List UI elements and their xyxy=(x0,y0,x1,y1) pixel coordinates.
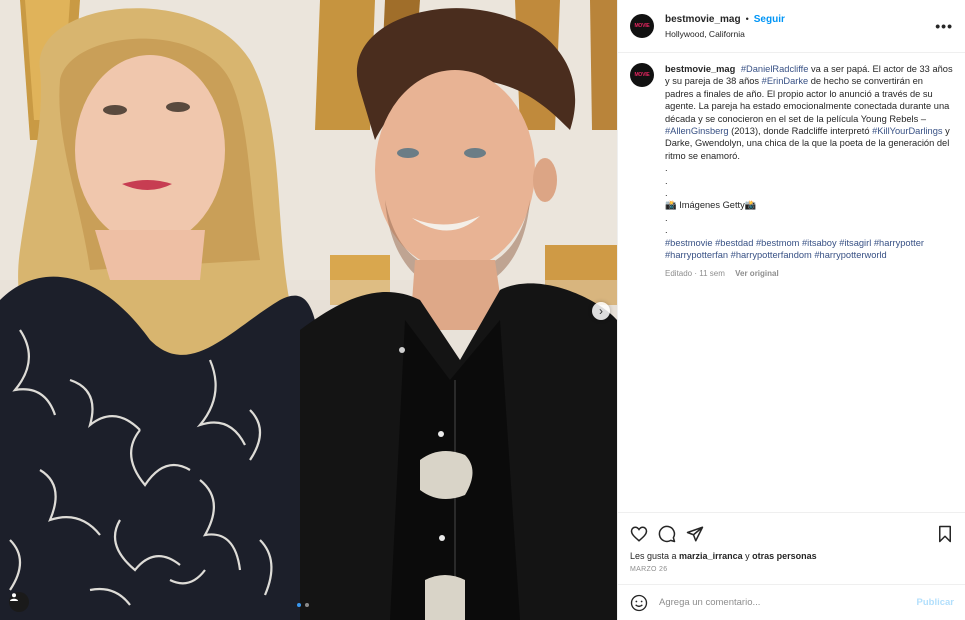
caption-dot-line: . xyxy=(665,225,668,236)
hashtag-link[interactable]: #harrypotterfan xyxy=(665,250,728,260)
caption-dot-line: . xyxy=(665,175,668,186)
next-photo-button[interactable]: › xyxy=(592,302,610,320)
user-tag-button[interactable] xyxy=(9,592,29,612)
likes-user-link[interactable]: marzia_irranca xyxy=(679,551,743,561)
carousel-dot-active xyxy=(297,603,301,607)
like-button[interactable] xyxy=(630,525,648,543)
smiley-icon[interactable] xyxy=(630,594,648,612)
carousel-indicator xyxy=(297,603,309,607)
user-tag-icon xyxy=(10,593,18,601)
post-side-panel: MOVIE bestmovie_mag • Seguir Hollywood, … xyxy=(617,0,965,620)
more-options-button[interactable]: ••• xyxy=(935,18,953,34)
caption-avatar[interactable]: MOVIE xyxy=(630,63,654,87)
caption-block: MOVIE bestmovie_mag #DanielRadcliffe va … xyxy=(618,53,965,280)
likes-middle: y xyxy=(742,551,753,561)
comment-icon xyxy=(658,525,676,543)
hashtag-link[interactable]: #itsagirl xyxy=(839,238,871,248)
hashtag-link[interactable]: #harrypotterworld xyxy=(814,250,886,260)
caption-dot-line: . xyxy=(665,212,668,223)
account-username[interactable]: bestmovie_mag xyxy=(665,14,741,25)
publish-button[interactable]: Publicar xyxy=(917,597,955,608)
hashtag-link[interactable]: #harrypotterfandom xyxy=(731,250,812,260)
follow-button[interactable]: Seguir xyxy=(754,14,785,25)
chevron-right-icon: › xyxy=(599,304,603,318)
instagram-post-modal: › MOVIE bestmovie_mag • Seguir Hollywood… xyxy=(0,0,965,620)
share-button[interactable] xyxy=(686,525,704,543)
post-header: MOVIE bestmovie_mag • Seguir Hollywood, … xyxy=(618,0,965,53)
carousel-dot xyxy=(305,603,309,607)
comment-form: Publicar xyxy=(618,584,965,620)
hashtag-link[interactable]: #harrypotter xyxy=(874,238,924,248)
caption-meta: Editado · 11 sem Ver original xyxy=(665,268,953,280)
hashtag-link[interactable]: #bestdad xyxy=(715,238,753,248)
hashtag-link[interactable]: #KillYourDarlings xyxy=(872,126,942,136)
action-bar xyxy=(630,523,954,545)
avatar-logo-text: MOVIE xyxy=(634,72,650,78)
comment-input[interactable] xyxy=(657,596,917,609)
caption-username[interactable]: bestmovie_mag xyxy=(665,64,735,74)
likes-summary: Les gusta a marzia_irranca y otras perso… xyxy=(630,551,954,561)
photo-illustration xyxy=(0,0,617,620)
caption-dot-line: . xyxy=(665,163,668,174)
save-button[interactable] xyxy=(936,525,954,543)
likes-prefix: Les gusta a xyxy=(630,551,680,561)
see-original-link[interactable]: Ver original xyxy=(735,269,779,278)
caption-text: bestmovie_mag #DanielRadcliffe va a ser … xyxy=(665,63,953,280)
comment-button[interactable] xyxy=(658,525,676,543)
header-top-row: bestmovie_mag • Seguir xyxy=(665,14,785,25)
avatar-logo-text: MOVIE xyxy=(634,23,650,29)
hashtag-link[interactable]: #bestmom xyxy=(756,238,799,248)
bookmark-icon xyxy=(939,525,951,543)
hashtag-list: #bestmovie #bestdad #bestmom #itsaboy #i… xyxy=(665,237,953,262)
likes-others-link[interactable]: otras personas xyxy=(752,551,817,561)
caption-segment: (2013), donde Radcliffe interpretó xyxy=(728,126,873,137)
heart-icon xyxy=(630,526,648,542)
caption-dot-line: . xyxy=(665,188,668,199)
post-date: MARZO 26 xyxy=(630,566,668,573)
hashtag-link[interactable]: #bestmovie xyxy=(665,238,713,248)
hashtag-link[interactable]: #ErinDarke xyxy=(762,76,809,86)
post-photo[interactable]: › xyxy=(0,0,617,620)
hashtag-link[interactable]: #AllenGinsberg xyxy=(665,126,729,136)
avatar[interactable]: MOVIE xyxy=(630,14,654,38)
paper-plane-icon xyxy=(686,526,704,542)
separator-dot: • xyxy=(745,14,749,24)
post-location[interactable]: Hollywood, California xyxy=(665,29,785,39)
hashtag-link[interactable]: #DanielRadcliffe xyxy=(741,64,809,74)
photo-credit: 📸 Imágenes Getty📸 xyxy=(665,200,757,211)
edited-label: Editado · 11 sem xyxy=(665,268,725,278)
hashtag-link[interactable]: #itsaboy xyxy=(802,238,837,248)
header-text: bestmovie_mag • Seguir Hollywood, Califo… xyxy=(665,14,785,39)
actions-section: Les gusta a marzia_irranca y otras perso… xyxy=(618,512,965,573)
